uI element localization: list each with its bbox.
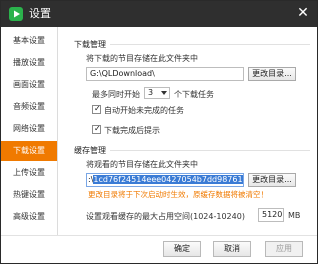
auto-start-label: 自动开始未完成的任务	[104, 106, 184, 115]
sidebar-item-advanced[interactable]: 高级设置	[1, 207, 57, 227]
section-divider	[110, 44, 310, 45]
footer-divider	[1, 235, 317, 236]
download-section-title: 下载管理	[74, 40, 106, 49]
title-bar: 设置 ✕	[1, 1, 317, 27]
max-tasks-suffix: 个下载任务	[174, 90, 214, 99]
settings-window: 设置 ✕ 基本设置 播放设置 画面设置 音频设置 网络设置 下载设置 上传设置 …	[0, 0, 318, 264]
max-tasks-prefix: 最多同时开始	[92, 90, 140, 99]
close-icon[interactable]: ✕	[295, 5, 311, 21]
complete-prompt-checkbox[interactable]: ✓	[92, 124, 101, 134]
download-change-dir-button[interactable]: 更改目录...	[248, 67, 296, 81]
sidebar-item-picture[interactable]: 画面设置	[1, 75, 57, 95]
sidebar-item-basic[interactable]: 基本设置	[1, 31, 57, 51]
sidebar-item-audio[interactable]: 音频设置	[1, 97, 57, 117]
cache-change-dir-button[interactable]: 更改目录...	[248, 173, 296, 187]
apply-button[interactable]: 应用	[265, 241, 303, 257]
cache-unit-label: MB	[288, 211, 301, 220]
sidebar-item-hotkeys[interactable]: 热键设置	[1, 185, 57, 205]
checkmark-icon: ✓	[94, 104, 101, 113]
max-tasks-value: 3	[148, 88, 154, 97]
download-settings-panel: 下载管理 将下载的节目存储在此文件夹中 G:\QLDownload\ 更改目录.…	[58, 27, 317, 235]
download-dir-input[interactable]: G:\QLDownload\	[86, 67, 244, 81]
complete-prompt-label: 下载完成后提示	[104, 126, 160, 135]
section-divider	[110, 150, 310, 151]
cancel-button[interactable]: 取消	[213, 241, 251, 257]
cache-dir-input[interactable]: :\1cd76f24514eee0427054b7dd9876192	[86, 173, 244, 187]
sidebar-item-upload[interactable]: 上传设置	[1, 163, 57, 183]
cache-dir-selection: 1cd76f24514eee0427054b7dd9876192	[93, 175, 243, 184]
ok-button[interactable]: 确定	[163, 241, 201, 257]
sidebar-item-playback[interactable]: 播放设置	[1, 53, 57, 73]
sidebar-item-download[interactable]: 下载设置	[1, 141, 57, 161]
cache-dir-label: 将观看的节目存储在此文件夹中	[86, 160, 198, 169]
sidebar: 基本设置 播放设置 画面设置 音频设置 网络设置 下载设置 上传设置 热键设置 …	[1, 27, 58, 235]
cache-section-title: 缓存管理	[74, 146, 106, 155]
cache-warning-text: 更改目录将于下次启动时生效，原缓存数据将被清空！	[88, 190, 268, 199]
window-title: 设置	[29, 7, 51, 20]
auto-start-checkbox[interactable]: ✓	[92, 104, 101, 114]
app-logo-icon	[9, 7, 23, 21]
download-dir-label: 将下载的节目存储在此文件夹中	[86, 54, 198, 63]
sidebar-item-network[interactable]: 网络设置	[1, 119, 57, 139]
cache-max-space-label: 设置观看缓存的最大占用空间(1024-10240)	[86, 212, 245, 221]
checkmark-icon: ✓	[94, 124, 101, 133]
max-tasks-select[interactable]: 3	[144, 87, 170, 99]
chevron-down-icon	[161, 91, 167, 95]
cache-max-space-input[interactable]: 5120	[258, 208, 284, 222]
